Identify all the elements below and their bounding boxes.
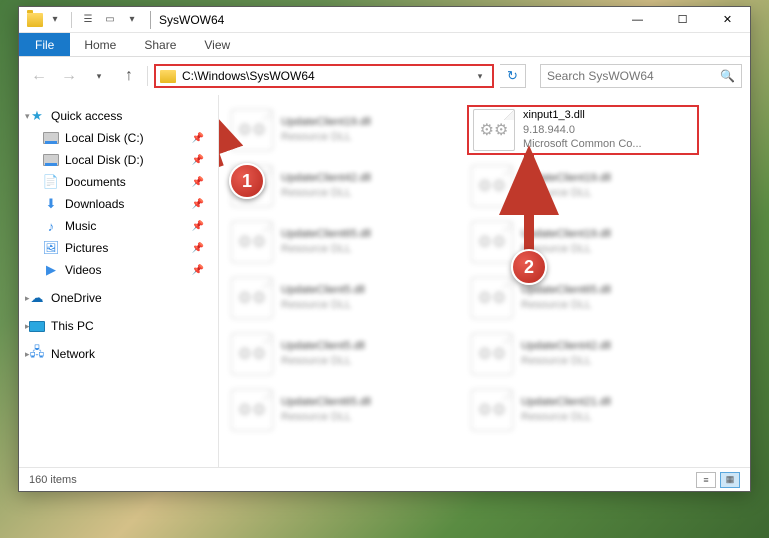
file-item[interactable]: ⚙⚙ UpdateClient42.dllResource DLL	[467, 329, 699, 379]
close-button[interactable]: ✕	[705, 7, 750, 33]
annotation-arrow-2	[499, 143, 559, 263]
dll-icon: ⚙⚙	[231, 221, 273, 263]
window-title: SysWOW64	[159, 13, 224, 27]
sidebar-label: OneDrive	[51, 291, 102, 305]
qat-new-folder-icon[interactable]: ▭	[100, 10, 120, 30]
callout-1: 1	[229, 163, 265, 199]
up-button[interactable]: ↑	[117, 64, 141, 88]
drive-icon	[43, 154, 59, 166]
chevron-down-icon[interactable]: ▾	[25, 111, 30, 122]
sidebar-item-local-disk-d[interactable]: Local Disk (D:) 📌	[19, 149, 218, 171]
sidebar-quick-access[interactable]: ▾ ★ Quick access	[19, 105, 218, 127]
music-icon: ♪	[43, 218, 59, 234]
chevron-right-icon[interactable]: ▸	[25, 349, 30, 360]
file-version: 9.18.944.0	[523, 123, 642, 138]
nav-toolbar: ← → ▾ ↑ C:\Windows\SysWOW64 ▾ ↻ 🔍	[19, 57, 750, 95]
document-icon: 📄	[43, 174, 59, 190]
tab-home[interactable]: Home	[70, 33, 130, 56]
sidebar-item-pictures[interactable]: 🖼 Pictures 📌	[19, 237, 218, 259]
chevron-right-icon[interactable]: ▸	[25, 293, 30, 304]
qat-customize[interactable]: ▾	[122, 10, 142, 30]
dll-icon: ⚙⚙	[231, 389, 273, 431]
sidebar-item-label: Music	[65, 219, 96, 233]
pin-icon: 📌	[192, 199, 204, 210]
qat-dropdown[interactable]: ▾	[45, 10, 65, 30]
sidebar-this-pc[interactable]: ▸ This PC	[19, 315, 218, 337]
dll-icon: ⚙⚙	[471, 277, 513, 319]
drive-icon	[43, 132, 59, 144]
folder-icon	[27, 13, 43, 27]
file-item[interactable]: ⚙⚙ UpdateClient65.dllResource DLL	[227, 217, 459, 267]
minimize-button[interactable]: —	[615, 7, 660, 33]
file-pane[interactable]: ⚙⚙ UpdateClient19.dllResource DLL ⚙⚙ xin…	[219, 95, 750, 467]
video-icon: ▶	[43, 262, 59, 278]
file-item[interactable]: ⚙⚙ UpdateClient19.dllResource DLL	[227, 105, 459, 155]
sidebar-label: Quick access	[51, 109, 122, 123]
star-icon: ★	[29, 108, 45, 124]
statusbar: 160 items ≡ ▦	[19, 467, 750, 491]
tab-view[interactable]: View	[190, 33, 244, 56]
item-count: 160 items	[29, 474, 77, 486]
pin-icon: 📌	[192, 155, 204, 166]
nav-sidebar: ▾ ★ Quick access Local Disk (C:) 📌 Local…	[19, 95, 219, 467]
file-item[interactable]: ⚙⚙ UpdateClient65.dllResource DLL	[227, 385, 459, 435]
dll-icon: ⚙⚙	[231, 277, 273, 319]
tab-share[interactable]: Share	[130, 33, 190, 56]
sidebar-item-label: Videos	[65, 263, 101, 277]
file-item[interactable]: ⚙⚙ UpdateClient21.dllResource DLL	[467, 385, 699, 435]
titlebar: ▾ ☰ ▭ ▾ SysWOW64 — ☐ ✕	[19, 7, 750, 33]
search-icon: 🔍	[720, 69, 735, 83]
refresh-button[interactable]: ↻	[500, 64, 526, 88]
ribbon-tabs: File Home Share View	[19, 33, 750, 57]
tiles-view-button[interactable]: ▦	[720, 472, 740, 488]
sidebar-label: This PC	[51, 319, 94, 333]
forward-button[interactable]: →	[57, 64, 81, 88]
sidebar-item-music[interactable]: ♪ Music 📌	[19, 215, 218, 237]
chevron-right-icon[interactable]: ▸	[25, 321, 30, 332]
dll-icon: ⚙⚙	[231, 333, 273, 375]
sidebar-item-label: Local Disk (C:)	[65, 131, 144, 145]
sidebar-network[interactable]: ▸ 🖧 Network	[19, 343, 218, 365]
address-path: C:\Windows\SysWOW64	[182, 69, 472, 83]
file-item[interactable]: ⚙⚙ UpdateClient65.dllResource DLL	[467, 273, 699, 323]
sidebar-item-downloads[interactable]: ⬇ Downloads 📌	[19, 193, 218, 215]
dll-icon: ⚙⚙	[471, 389, 513, 431]
sidebar-label: Network	[51, 347, 95, 361]
search-input[interactable]	[547, 69, 720, 83]
callout-2: 2	[511, 249, 547, 285]
sidebar-item-label: Documents	[65, 175, 126, 189]
pin-icon: 📌	[192, 133, 204, 144]
folder-icon	[160, 70, 176, 83]
monitor-icon	[29, 321, 45, 332]
sidebar-item-label: Local Disk (D:)	[65, 153, 144, 167]
recent-dropdown[interactable]: ▾	[87, 64, 111, 88]
download-icon: ⬇	[43, 196, 59, 212]
pin-icon: 📌	[192, 221, 204, 232]
back-button[interactable]: ←	[27, 64, 51, 88]
picture-icon: 🖼	[43, 240, 59, 256]
dll-icon: ⚙⚙	[471, 333, 513, 375]
maximize-button[interactable]: ☐	[660, 7, 705, 33]
network-icon: 🖧	[29, 346, 45, 362]
search-box[interactable]: 🔍	[540, 64, 742, 88]
address-bar[interactable]: C:\Windows\SysWOW64 ▾	[154, 64, 494, 88]
file-tab[interactable]: File	[19, 33, 70, 56]
explorer-window: ▾ ☰ ▭ ▾ SysWOW64 — ☐ ✕ File Home Share V…	[18, 6, 751, 492]
file-item[interactable]: ⚙⚙ UpdateClient5.dllResource DLL	[227, 273, 459, 323]
cloud-icon: ☁	[29, 290, 45, 306]
sidebar-item-label: Pictures	[65, 241, 108, 255]
sidebar-item-documents[interactable]: 📄 Documents 📌	[19, 171, 218, 193]
address-dropdown-icon[interactable]: ▾	[472, 71, 488, 82]
pin-icon: 📌	[192, 177, 204, 188]
sidebar-item-local-disk-c[interactable]: Local Disk (C:) 📌	[19, 127, 218, 149]
sidebar-item-videos[interactable]: ▶ Videos 📌	[19, 259, 218, 281]
details-view-button[interactable]: ≡	[696, 472, 716, 488]
sidebar-onedrive[interactable]: ▸ ☁ OneDrive	[19, 287, 218, 309]
qat-properties-icon[interactable]: ☰	[78, 10, 98, 30]
pin-icon: 📌	[192, 243, 204, 254]
sidebar-item-label: Downloads	[65, 197, 124, 211]
pin-icon: 📌	[192, 265, 204, 276]
file-name: xinput1_3.dll	[523, 108, 642, 123]
file-item[interactable]: ⚙⚙ UpdateClient5.dllResource DLL	[227, 329, 459, 379]
